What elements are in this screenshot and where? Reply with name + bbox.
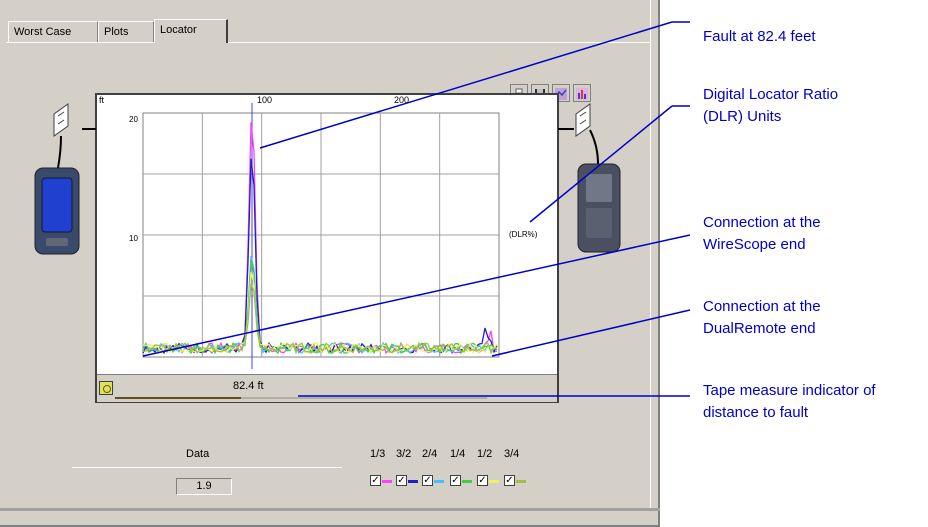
tape-measure-icon (103, 385, 111, 393)
pair-swatch-3-2 (408, 480, 418, 483)
dualremote-device (575, 103, 621, 253)
annotation-wirescope-connection: Connection at the WireScope end (703, 212, 821, 256)
annotation-dlr: Digital Locator Ratio (DLR) Units (703, 84, 838, 128)
dlr-trace-3-4 (142, 283, 498, 355)
annotation-tape-line-1: Tape measure indicator of (703, 382, 876, 399)
pair-swatch-2-4 (434, 480, 444, 483)
pair-label-1-4: 1/4 (450, 448, 466, 460)
dlr-trace-1-3 (142, 122, 498, 355)
tape-measure-fill (115, 397, 242, 399)
pair-label-1-3: 1/3 (370, 448, 386, 460)
left-axis-tick-10: 10 (129, 234, 138, 243)
annotation-dlr-line-2: (DLR) Units (703, 108, 782, 125)
top-axis-tick-100: 100 (257, 95, 272, 105)
annotation-fault: Fault at 82.4 feet (703, 26, 816, 48)
window-frame-edge (650, 0, 660, 510)
pair-label-3-2: 3/2 (396, 448, 412, 460)
dlr-trace-1-4 (142, 259, 498, 355)
dlr-trace-1-2 (142, 271, 498, 355)
top-axis-tick-200: 200 (394, 95, 409, 105)
tape-measure-button[interactable] (99, 381, 113, 395)
tape-measure-value: 82.4 ft (233, 380, 264, 392)
pair-checkbox-3-4[interactable]: ✓ (504, 475, 515, 486)
window-bottom-edge (0, 508, 660, 511)
pair-checkbox-2-4[interactable]: ✓ (422, 475, 433, 486)
data-divider (72, 467, 342, 468)
left-axis-tick-20: 20 (129, 115, 138, 124)
pair-swatch-3-4 (516, 480, 526, 483)
tape-measure-track[interactable] (115, 397, 487, 399)
tab-panel-border (6, 42, 650, 43)
pair-checkbox-1-4[interactable]: ✓ (450, 475, 461, 486)
annotation-tape-measure: Tape measure indicator of distance to fa… (703, 380, 876, 424)
annotation-dualremote-line-2: DualRemote end (703, 320, 816, 337)
pair-checkbox-1-3[interactable]: ✓ (370, 475, 381, 486)
pair-swatch-1-2 (489, 480, 499, 483)
pair-swatch-1-4 (462, 480, 472, 483)
tape-measure-bar: 82.4 ft (97, 374, 557, 402)
dlr-trace-2-4 (142, 255, 498, 355)
dlr-unit-label: (DLR%) (509, 230, 538, 239)
tab-worst-case[interactable]: Worst Case (8, 21, 98, 42)
pair-label-3-4: 3/4 (504, 448, 520, 460)
pair-label-2-4: 2/4 (422, 448, 438, 460)
annotation-dlr-line-1: Digital Locator Ratio (703, 86, 839, 103)
annotation-tape-line-2: distance to fault (703, 404, 809, 421)
pair-label-1-2: 1/2 (477, 448, 493, 460)
tab-locator[interactable]: Locator (154, 19, 228, 43)
tab-plots[interactable]: Plots (98, 21, 154, 42)
annotation-dualremote-connection: Connection at the DualRemote end (703, 296, 821, 340)
wirescope-device (34, 103, 80, 255)
pair-checkbox-3-2[interactable]: ✓ (396, 475, 407, 486)
top-axis-unit: ft (99, 95, 105, 105)
pair-swatch-1-3 (382, 480, 392, 483)
data-label: Data (186, 448, 210, 460)
dlr-trace-3-2 (142, 158, 498, 355)
annotation-fault-line-1: Fault at 82.4 feet (703, 28, 816, 45)
annotation-wirescope-line-1: Connection at the (703, 214, 821, 231)
plot-grid (142, 112, 500, 358)
data-value-field: 1.9 (176, 478, 232, 495)
annotation-dualremote-line-1: Connection at the (703, 298, 821, 315)
annotation-wirescope-line-2: WireScope end (703, 236, 806, 253)
dlr-traces (142, 122, 498, 355)
locator-plot-canvas: ft 100 200 20 10 (DLR%) (99, 95, 538, 369)
pair-checkbox-1-2[interactable]: ✓ (477, 475, 488, 486)
